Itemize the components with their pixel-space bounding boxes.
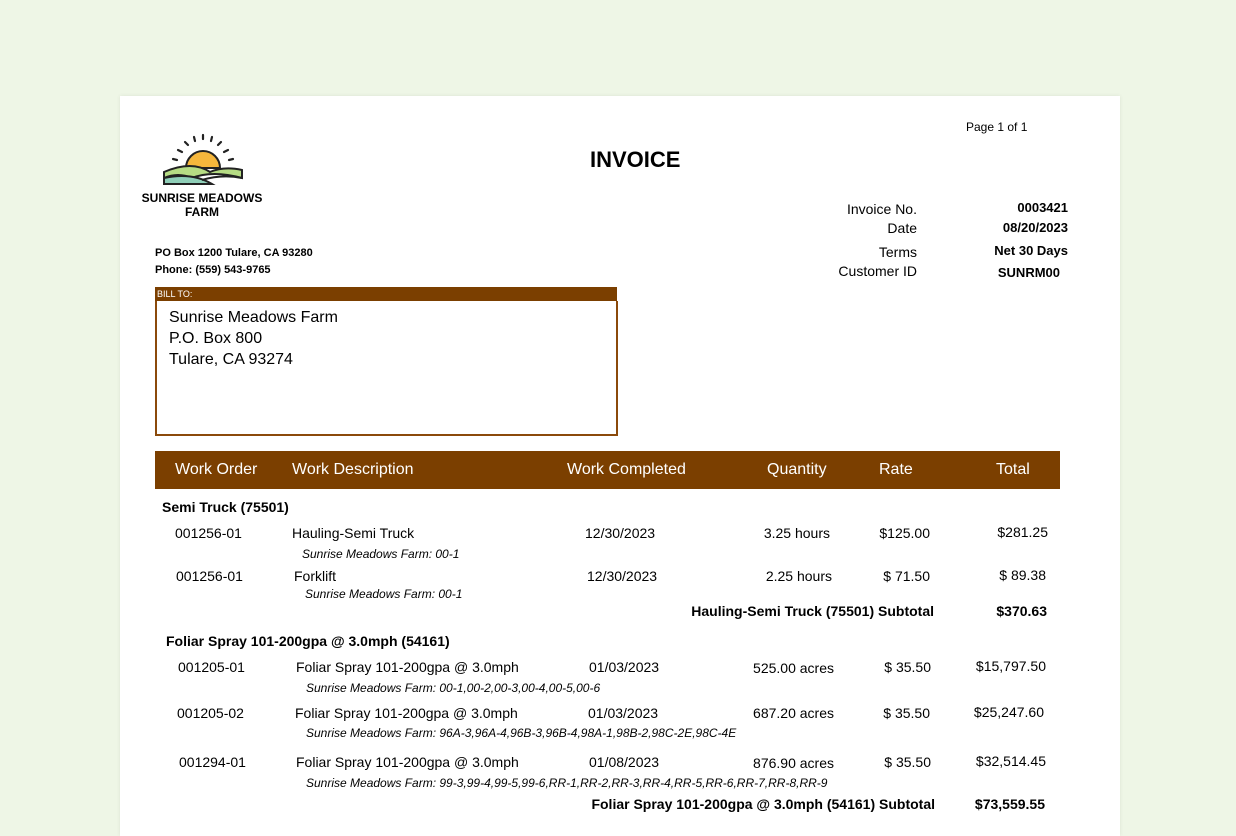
subtotal-value: $370.63 (996, 603, 1047, 619)
bill-to-line2: P.O. Box 800 (169, 330, 263, 347)
work-order-cell: 001294-01 (179, 754, 246, 770)
company-name-line1: SUNRISE MEADOWS (141, 191, 263, 205)
invoice-title: INVOICE (590, 147, 681, 172)
col-quantity: Quantity (767, 461, 827, 478)
description-cell: Forklift (294, 568, 336, 584)
total-cell: $ 89.38 (999, 567, 1046, 583)
invoice-no-value: 0003421 (1017, 200, 1068, 215)
date-value: 08/20/2023 (1002, 220, 1068, 235)
work-order-cell: 001205-02 (177, 705, 244, 721)
col-work-order: Work Order (175, 461, 258, 478)
bill-to-label: BILL TO: (157, 289, 193, 299)
subtotal-label: Foliar Spray 101-200gpa @ 3.0mph (54161)… (591, 796, 935, 812)
company-name: SUNRISE MEADOWS FARM (138, 191, 266, 219)
col-work-description: Work Description (292, 461, 414, 478)
description-cell: Foliar Spray 101-200gpa @ 3.0mph (296, 659, 519, 675)
work-order-cell: 001205-01 (178, 659, 245, 675)
rate-cell: $ 35.50 (884, 754, 931, 770)
quantity-cell: 2.25 hours (765, 568, 832, 584)
customer-id-label: Customer ID (838, 263, 917, 279)
description-cell: Foliar Spray 101-200gpa @ 3.0mph (295, 705, 518, 721)
col-work-completed: Work Completed (567, 461, 686, 478)
page-number: Page 1 of 1 (966, 120, 1028, 134)
rate-cell: $ 35.50 (884, 659, 931, 675)
group-heading: Foliar Spray 101-200gpa @ 3.0mph (54161) (166, 633, 450, 649)
company-name-line2: FARM (185, 205, 219, 219)
completed-cell: 01/03/2023 (588, 705, 659, 721)
group-heading: Semi Truck (75501) (162, 499, 289, 515)
quantity-cell: 687.20 acres (753, 705, 834, 721)
row-detail: Sunrise Meadows Farm: 00-1,00-2,00-3,00-… (306, 681, 601, 695)
company-address: PO Box 1200 Tulare, CA 93280 (155, 247, 313, 259)
total-cell: $25,247.60 (973, 704, 1044, 720)
bill-to-line1: Sunrise Meadows Farm (169, 309, 338, 326)
row-detail: Sunrise Meadows Farm: 00-1 (302, 547, 460, 561)
subtotal-label: Hauling-Semi Truck (75501) Subtotal (691, 603, 934, 619)
col-total: Total (996, 461, 1030, 478)
total-cell: $15,797.50 (975, 658, 1046, 674)
bill-to-line3: Tulare, CA 93274 (169, 351, 293, 368)
sunrise-hills-icon (163, 133, 243, 185)
terms-value: Net 30 Days (994, 243, 1068, 258)
company-phone: Phone: (559) 543-9765 (155, 264, 271, 276)
bill-to-header-bar (155, 287, 617, 301)
work-order-cell: 001256-01 (176, 568, 243, 584)
date-label: Date (887, 220, 917, 236)
rate-cell: $ 35.50 (883, 705, 930, 721)
rate-cell: $ 71.50 (883, 568, 930, 584)
quantity-cell: 525.00 acres (753, 660, 834, 676)
completed-cell: 12/30/2023 (585, 525, 656, 541)
completed-cell: 01/03/2023 (589, 659, 660, 675)
description-cell: Foliar Spray 101-200gpa @ 3.0mph (296, 754, 519, 770)
customer-id-value: SUNRM00 (997, 265, 1060, 280)
completed-cell: 01/08/2023 (589, 754, 660, 770)
total-cell: $281.25 (997, 524, 1048, 540)
row-detail: Sunrise Meadows Farm: 00-1 (305, 587, 463, 601)
completed-cell: 12/30/2023 (587, 568, 658, 584)
quantity-cell: 876.90 acres (753, 755, 834, 771)
total-cell: $32,514.45 (975, 753, 1046, 769)
rate-cell: $125.00 (879, 525, 930, 541)
col-rate: Rate (879, 461, 913, 478)
terms-label: Terms (878, 244, 917, 260)
subtotal-value: $73,559.55 (974, 796, 1045, 812)
row-detail: Sunrise Meadows Farm: 99-3,99-4,99-5,99-… (306, 776, 828, 790)
quantity-cell: 3.25 hours (763, 525, 830, 541)
description-cell: Hauling-Semi Truck (292, 525, 415, 541)
row-detail: Sunrise Meadows Farm: 96A-3,96A-4,96B-3,… (306, 726, 737, 740)
invoice-no-label: Invoice No. (846, 201, 917, 217)
work-order-cell: 001256-01 (175, 525, 242, 541)
